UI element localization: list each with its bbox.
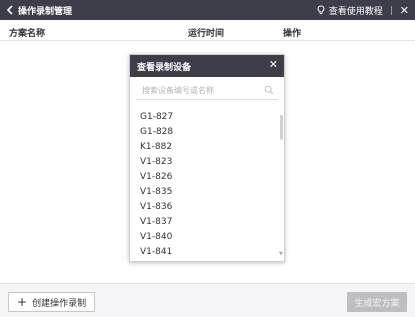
window-title: 操作录制管理 <box>18 6 73 17</box>
create-recording-label: 创建操作录制 <box>32 298 87 309</box>
dialog-title: 查看录制设备 <box>137 62 192 73</box>
recording-devices-dialog: 查看录制设备 ✕ G1-827 G1-828 K1-882 V1-823 V1-… <box>129 54 285 262</box>
lightbulb-icon <box>317 5 325 15</box>
device-list-scrollbar[interactable]: ▼ <box>279 105 283 257</box>
device-item[interactable]: G1-827 <box>130 110 282 125</box>
title-separator <box>390 5 392 15</box>
column-header-name[interactable]: 方案名称 <box>9 26 45 39</box>
title-bar: 操作录制管理 查看使用教程 ✕ <box>0 0 415 20</box>
device-item[interactable]: V1-826 <box>130 170 282 185</box>
device-item[interactable]: V1-823 <box>130 155 282 170</box>
create-recording-button[interactable]: + 创建操作录制 <box>8 292 96 312</box>
scrollbar-thumb[interactable] <box>280 115 283 140</box>
plus-icon: + <box>17 295 28 309</box>
search-icon[interactable] <box>264 85 274 98</box>
device-item[interactable]: V1-837 <box>130 215 282 230</box>
device-list: G1-827 G1-828 K1-882 V1-823 V1-826 V1-83… <box>130 110 282 260</box>
device-item[interactable]: V1-835 <box>130 185 282 200</box>
device-search-input[interactable] <box>136 81 278 99</box>
tutorial-label: 查看使用教程 <box>328 6 383 17</box>
device-search <box>136 81 278 100</box>
back-icon[interactable] <box>3 0 17 20</box>
close-icon[interactable]: ✕ <box>269 59 278 70</box>
scroll-down-icon[interactable]: ▼ <box>279 252 283 257</box>
device-item[interactable]: V1-840 <box>130 230 282 245</box>
footer-bar: + 创建操作录制 生成宏方案 <box>0 283 415 317</box>
device-item[interactable]: V1-841 <box>130 245 282 260</box>
generate-macro-button[interactable]: 生成宏方案 <box>347 292 407 312</box>
column-header-operation[interactable]: 操作 <box>283 26 301 39</box>
device-item[interactable]: G1-828 <box>130 125 282 140</box>
table-header: 方案名称 运行时间 操作 <box>0 20 415 41</box>
close-icon[interactable]: ✕ <box>400 5 409 16</box>
column-header-run-time[interactable]: 运行时间 <box>188 26 224 39</box>
tutorial-link[interactable]: 查看使用教程 <box>317 4 383 17</box>
device-item[interactable]: K1-882 <box>130 140 282 155</box>
title-actions: 查看使用教程 ✕ <box>317 0 409 20</box>
dialog-header: 查看录制设备 ✕ <box>130 55 284 77</box>
device-item[interactable]: V1-836 <box>130 200 282 215</box>
